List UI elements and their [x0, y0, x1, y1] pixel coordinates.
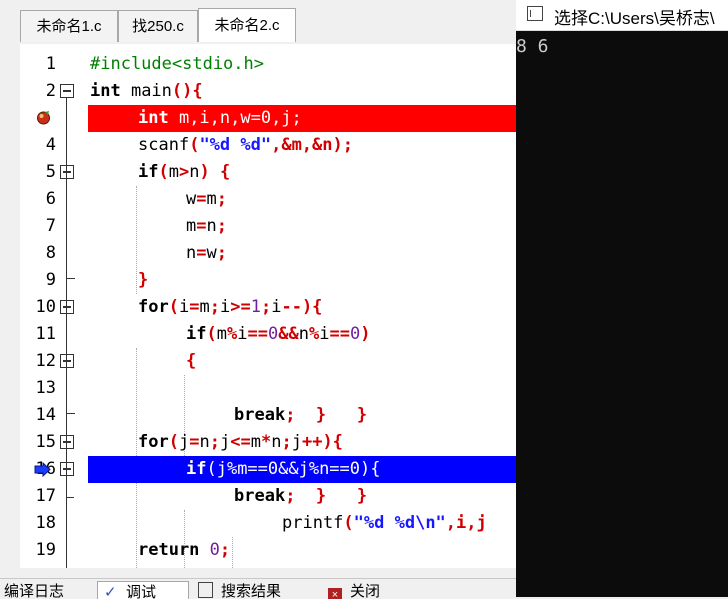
line-number: 17	[35, 486, 56, 506]
fold-guide-line	[66, 179, 67, 267]
console-title: 选择C:\Users\吴桥志\	[554, 9, 715, 28]
line-number: 7	[45, 216, 56, 236]
line-number: 10	[35, 297, 56, 317]
console-output: 8 6	[516, 36, 549, 57]
console-window[interactable]: 选择C:\Users\吴桥志\ 8 6	[516, 0, 728, 597]
fold-collapse-icon[interactable]	[60, 84, 74, 98]
line-number: 14	[35, 405, 56, 425]
code-line-1: #include<stdio.h>	[90, 54, 264, 74]
bottom-panel-tabs: 编译日志 ✓ 调试 搜索结果 × 关闭	[0, 578, 516, 599]
line-number: 2	[45, 81, 56, 101]
line-number: 11	[35, 324, 56, 344]
fold-end-marker	[66, 402, 75, 414]
fold-collapse-icon[interactable]	[60, 300, 74, 314]
tab-scroll-edge	[0, 10, 21, 42]
code-line-6: w=m;	[186, 189, 227, 209]
line-number: 9	[45, 270, 56, 290]
line-number: 6	[45, 189, 56, 209]
code-line-4: scanf("%d %d",&m,&n);	[138, 135, 353, 155]
fold-end-marker	[66, 267, 75, 279]
breakpoint-icon[interactable]	[36, 110, 51, 125]
console-title-bar[interactable]: 选择C:\Users\吴桥志\	[516, 0, 728, 31]
tab-untitled2[interactable]: 未命名2.c	[198, 8, 296, 42]
code-line-14: break; } }	[234, 405, 368, 425]
fold-tick-marker	[66, 497, 74, 498]
console-app-icon	[527, 6, 543, 21]
tab-search-results[interactable]: 搜索结果	[196, 581, 316, 599]
fold-collapse-icon[interactable]	[60, 435, 74, 449]
code-line-16: if(j%m==0&&j%n==0){	[186, 459, 381, 479]
code-line-2: int main(){	[90, 81, 203, 101]
code-line-5: if(m>n) {	[138, 162, 231, 182]
line-number: 15	[35, 432, 56, 452]
line-number: 18	[35, 513, 56, 533]
fold-collapse-icon[interactable]	[60, 165, 74, 179]
code-line-17: break; } }	[234, 486, 368, 506]
editor-tab-bar: 未命名1.c 找250.c 未命名2.c	[0, 8, 516, 42]
line-number: 12	[35, 351, 56, 371]
tab-find250[interactable]: 找250.c	[118, 10, 198, 42]
line-number: 13	[35, 378, 56, 398]
code-line-9: }	[138, 270, 149, 290]
fold-collapse-icon[interactable]	[60, 462, 74, 476]
search-results-icon	[198, 582, 213, 598]
tab-debug[interactable]: ✓ 调试	[97, 581, 189, 599]
line-number: 19	[35, 540, 56, 560]
code-editor[interactable]: 1 2 4 5 6 7 8 9 10 11 12 13 14 15 16	[20, 44, 516, 568]
tab-close[interactable]: × 关闭	[328, 581, 418, 599]
code-line-18: printf("%d %d\n",i,j	[282, 513, 487, 533]
code-line-12: {	[186, 351, 197, 371]
fold-collapse-icon[interactable]	[60, 354, 74, 368]
line-gutter[interactable]: 1 2 4 5 6 7 8 9 10 11 12 13 14 15 16	[20, 44, 88, 568]
line-number: 5	[45, 162, 56, 182]
line-number: 8	[45, 243, 56, 263]
code-line-3: int m,i,n,w=0,j;	[138, 108, 302, 128]
debug-check-icon: ✓	[104, 584, 117, 599]
line-number: 1	[45, 54, 56, 74]
tab-untitled1[interactable]: 未命名1.c	[20, 10, 118, 42]
code-line-19: return 0;	[138, 540, 231, 560]
ide-window: 未命名1.c 找250.c 未命名2.c 1 2 4 5 6 7 8 9 10	[0, 0, 516, 599]
code-line-7: m=n;	[186, 216, 227, 236]
code-line-8: n=w;	[186, 243, 227, 263]
code-line-15: for(j=n;j<=m*n;j++){	[138, 432, 343, 452]
code-line-10: for(i=m;i>=1;i--){	[138, 297, 323, 317]
tab-compile-log[interactable]: 编译日志	[0, 581, 88, 599]
close-panel-icon: ×	[328, 588, 342, 599]
code-text-area[interactable]: #include<stdio.h> int main(){ int m,i,n,…	[88, 44, 516, 568]
code-line-11: if(m%i==0&&n%i==0)	[186, 324, 371, 344]
line-number: 4	[45, 135, 56, 155]
execution-arrow-icon	[34, 462, 51, 477]
